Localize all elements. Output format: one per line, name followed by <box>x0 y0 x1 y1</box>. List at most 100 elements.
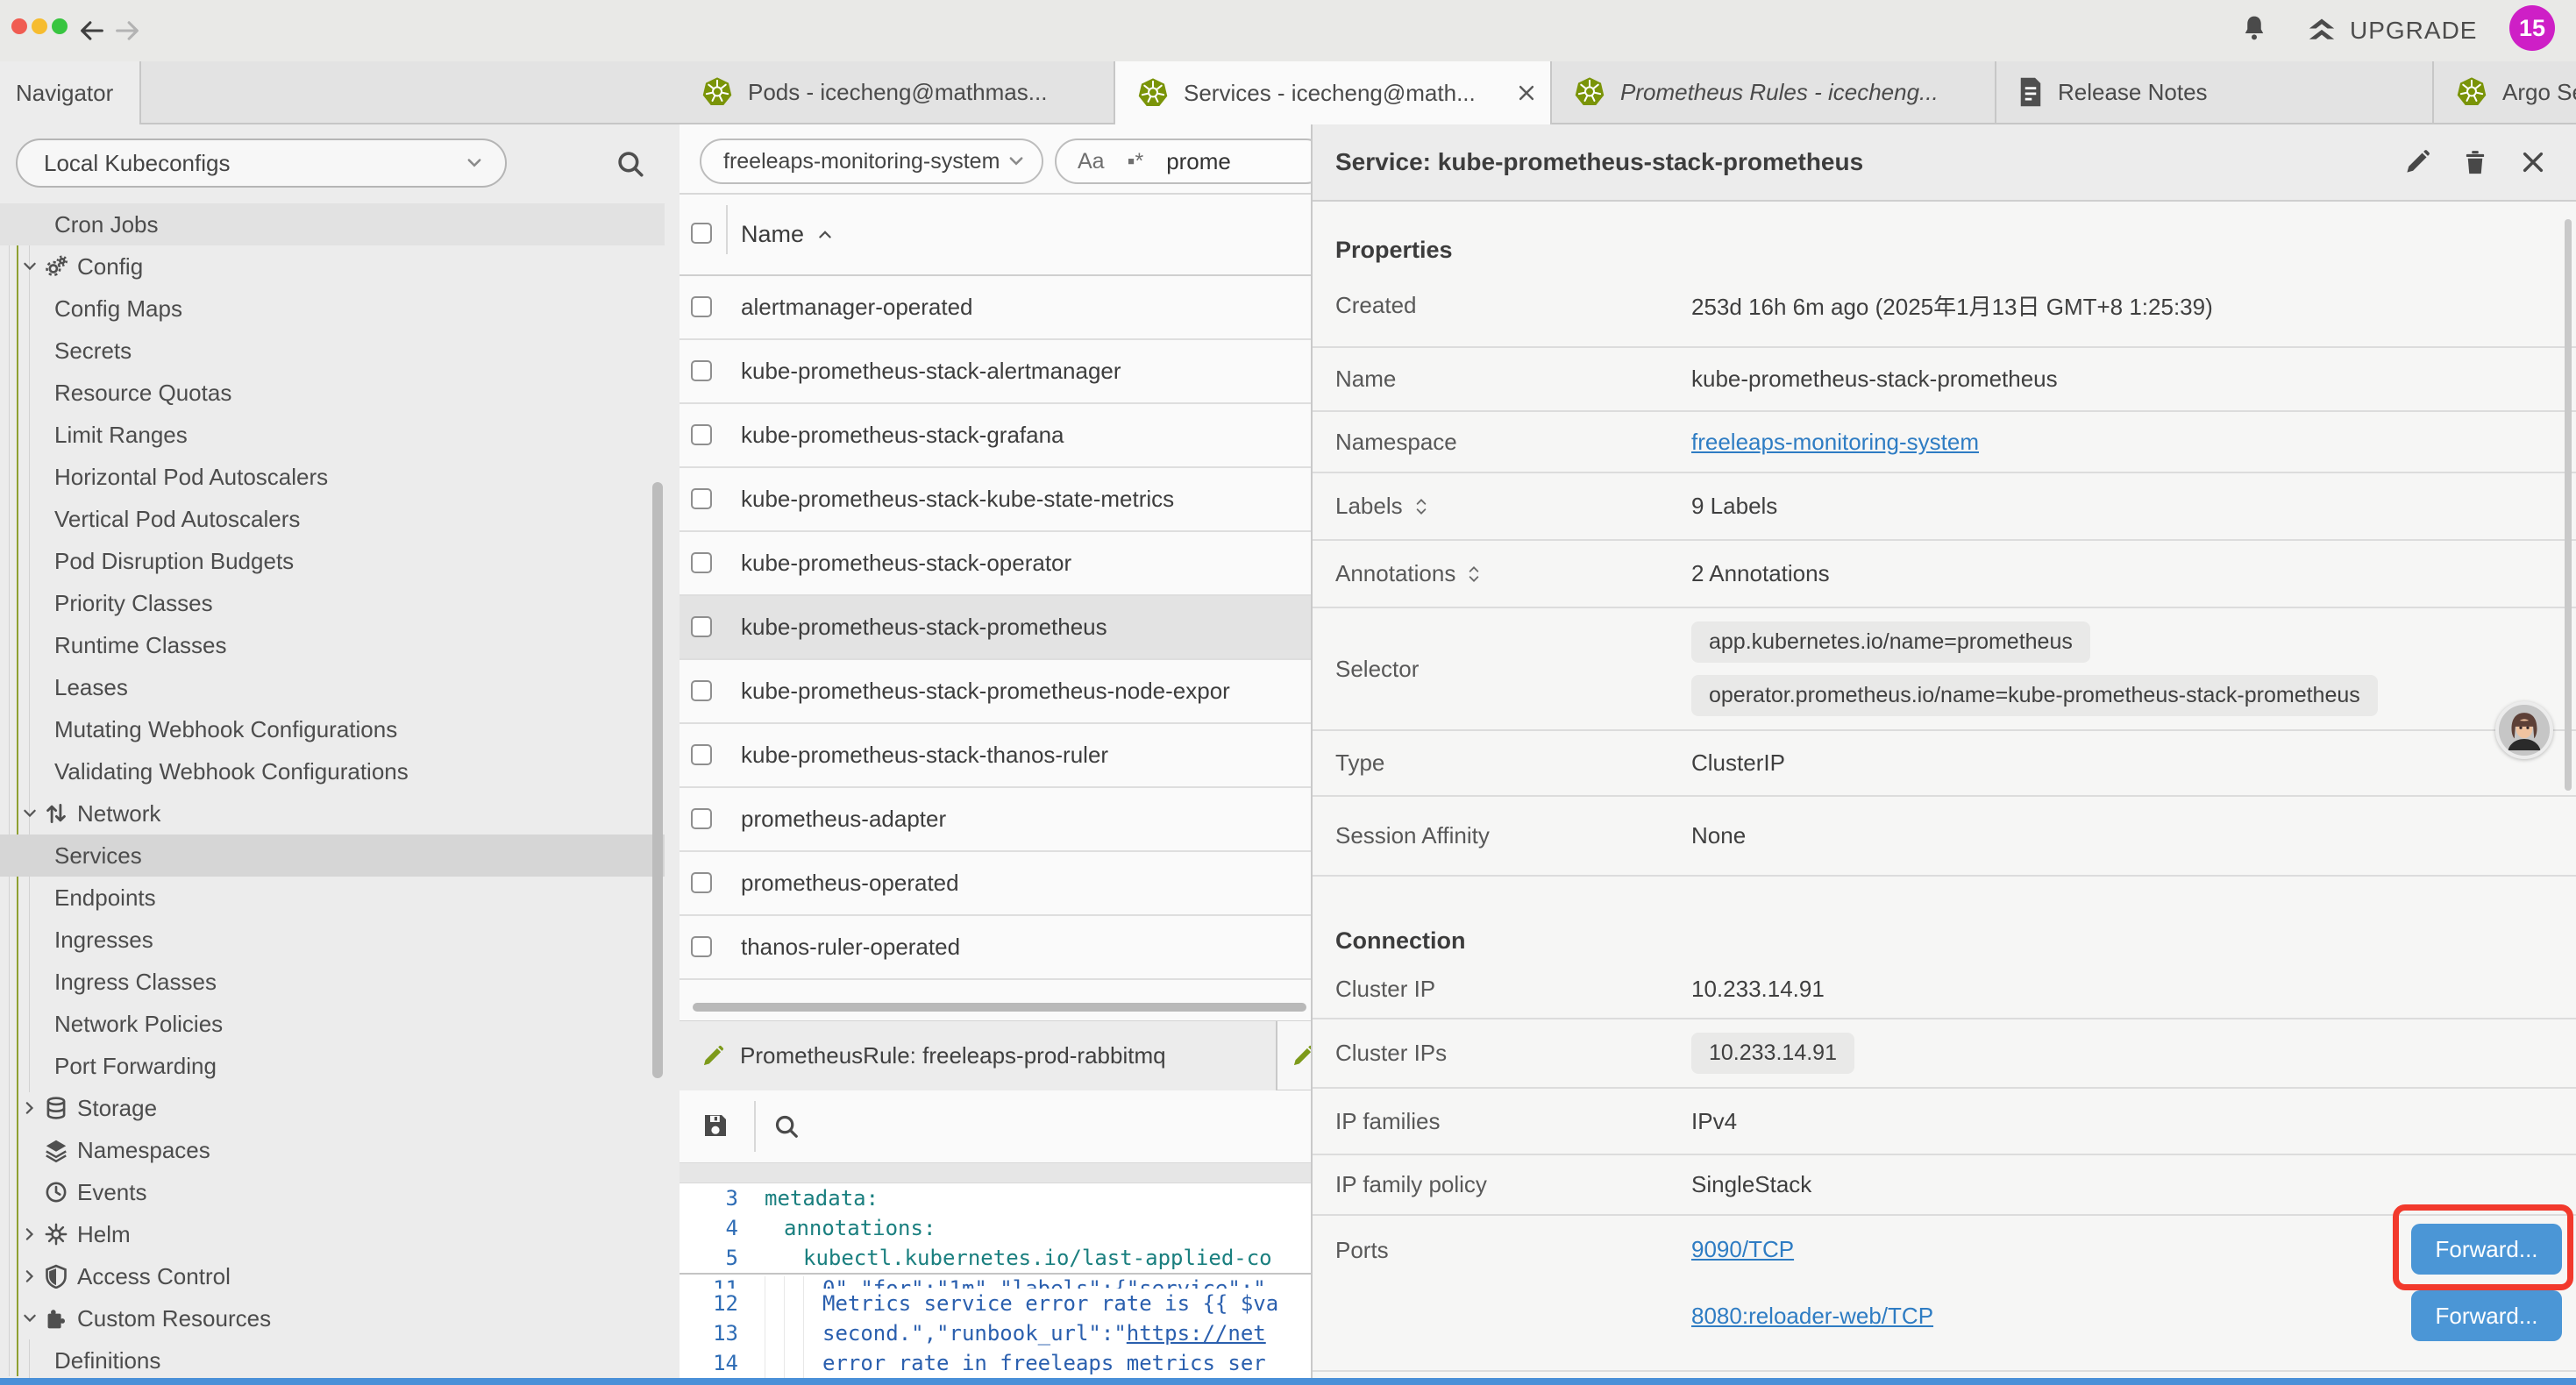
namespace-link[interactable]: freeleaps-monitoring-system <box>1691 429 1979 456</box>
editor-search-icon[interactable] <box>773 1113 800 1140</box>
sidebar-item-access-control[interactable]: Access Control <box>0 1255 665 1297</box>
editor-tab-partial[interactable] <box>1279 1021 1311 1090</box>
sidebar-item-leases[interactable]: Leases <box>0 666 665 708</box>
sidebar-item-vertical-pod-autoscalers[interactable]: Vertical Pod Autoscalers <box>0 498 665 540</box>
chevron-right-icon <box>21 1225 39 1243</box>
edit-service-icon[interactable] <box>2404 149 2430 175</box>
filter-search-input[interactable]: Aa ▪* prome <box>1055 138 1311 184</box>
table-header[interactable]: Name <box>680 195 1311 276</box>
sidebar-item-ingress-classes[interactable]: Ingress Classes <box>0 961 665 1003</box>
account-badge[interactable]: 15 <box>2509 5 2555 51</box>
row-labels: Labels 9 Labels <box>1313 473 2576 541</box>
expand-annotations-icon[interactable] <box>1466 564 1482 585</box>
table-row-prometheus-adapter[interactable]: prometheus-adapter <box>680 788 1311 852</box>
row-checkbox[interactable] <box>691 680 712 701</box>
tab-prometheus-rules[interactable]: Prometheus Rules - icecheng... <box>1552 61 1996 124</box>
select-all-checkbox[interactable] <box>691 223 712 244</box>
sidebar-item-endpoints[interactable]: Endpoints <box>0 877 665 919</box>
table-row-prometheus-operated[interactable]: prometheus-operated <box>680 852 1311 916</box>
tab-argo[interactable]: Argo Se <box>2434 61 2576 124</box>
table-row-kube-prometheus-stack-grafana[interactable]: kube-prometheus-stack-grafana <box>680 404 1311 468</box>
delete-service-icon[interactable] <box>2462 149 2488 175</box>
row-checkbox[interactable] <box>691 296 712 317</box>
regex-icon[interactable]: ▪* <box>1128 149 1144 174</box>
port-link-8080[interactable]: 8080:reloader-web/TCP <box>1691 1303 1933 1330</box>
editor-indent-guide <box>803 1276 804 1378</box>
upgrade-icon[interactable] <box>2306 16 2338 46</box>
sidebar-item-events[interactable]: Events <box>0 1171 665 1213</box>
table-row-kube-prometheus-stack-prometheus-node-expor[interactable]: kube-prometheus-stack-prometheus-node-ex… <box>680 660 1311 724</box>
sidebar-item-custom-resources[interactable]: Custom Resources <box>0 1297 665 1339</box>
sidebar-item-mutating-webhook-configurations[interactable]: Mutating Webhook Configurations <box>0 708 665 750</box>
minimize-window-button[interactable] <box>32 18 47 34</box>
yaml-editor[interactable]: 3metadata:4annotations:5kubectl.kubernet… <box>680 1183 1311 1378</box>
name-column-header[interactable]: Name <box>741 221 804 248</box>
table-row-kube-prometheus-stack-prometheus[interactable]: kube-prometheus-stack-prometheus <box>680 596 1311 660</box>
row-checkbox[interactable] <box>691 744 712 765</box>
namespace-select[interactable]: freeleaps-monitoring-system <box>700 138 1043 184</box>
detail-scrollbar[interactable] <box>2565 219 2572 791</box>
table-row-alertmanager-operated[interactable]: alertmanager-operated <box>680 276 1311 340</box>
sidebar-item-network[interactable]: Network <box>0 792 665 835</box>
row-checkbox[interactable] <box>691 424 712 445</box>
sidebar-item-network-policies[interactable]: Network Policies <box>0 1003 665 1045</box>
tab-release-notes[interactable]: Release Notes <box>1996 61 2434 124</box>
forward-arrow-icon[interactable] <box>112 16 142 46</box>
zoom-window-button[interactable] <box>52 18 68 34</box>
tab-pods[interactable]: Pods - icecheng@mathmas... <box>680 61 1115 124</box>
save-icon[interactable] <box>701 1112 729 1140</box>
forward-button-8080[interactable]: Forward... <box>2411 1290 2562 1341</box>
sidebar-item-cron-jobs[interactable]: Cron Jobs <box>0 203 665 245</box>
expand-labels-icon[interactable] <box>1413 496 1429 517</box>
sidebar-item-config[interactable]: Config <box>0 245 665 288</box>
search-icon[interactable] <box>616 149 645 179</box>
row-checkbox[interactable] <box>691 808 712 829</box>
sidebar-item-validating-webhook-configurations[interactable]: Validating Webhook Configurations <box>0 750 665 792</box>
sidebar-item-priority-classes[interactable]: Priority Classes <box>0 582 665 624</box>
row-checkbox[interactable] <box>691 872 712 893</box>
table-row-thanos-ruler-operated[interactable]: thanos-ruler-operated <box>680 916 1311 980</box>
sidebar-item-definitions[interactable]: Definitions <box>0 1339 665 1378</box>
close-tab-icon[interactable] <box>1517 83 1536 103</box>
user-avatar[interactable] <box>2495 701 2553 759</box>
sidebar-item-services[interactable]: Services <box>0 835 665 877</box>
table-row-kube-prometheus-stack-alertmanager[interactable]: kube-prometheus-stack-alertmanager <box>680 340 1311 404</box>
row-checkbox[interactable] <box>691 616 712 637</box>
editor-tab-prometheusrule[interactable]: PrometheusRule: freeleaps-prod-rabbitmq <box>680 1021 1277 1090</box>
sidebar-item-ingresses[interactable]: Ingresses <box>0 919 665 961</box>
sidebar-item-helm[interactable]: Helm <box>0 1213 665 1255</box>
close-window-button[interactable] <box>11 18 27 34</box>
sidebar-item-limit-ranges[interactable]: Limit Ranges <box>0 414 665 456</box>
table-horizontal-scrollbar[interactable] <box>693 1003 1306 1012</box>
notifications-bell-icon[interactable] <box>2241 13 2267 45</box>
sidebar-item-resource-quotas[interactable]: Resource Quotas <box>0 372 665 414</box>
sidebar-item-horizontal-pod-autoscalers[interactable]: Horizontal Pod Autoscalers <box>0 456 665 498</box>
url-link[interactable]: https://net <box>1127 1321 1266 1346</box>
port-link-9090[interactable]: 9090/TCP <box>1691 1236 1794 1263</box>
sidebar-item-config-maps[interactable]: Config Maps <box>0 288 665 330</box>
row-checkbox[interactable] <box>691 552 712 573</box>
sidebar-item-runtime-classes[interactable]: Runtime Classes <box>0 624 665 666</box>
kubeconfig-select[interactable]: Local Kubeconfigs <box>16 138 507 188</box>
tab-services[interactable]: Services - icecheng@math... <box>1115 61 1552 124</box>
sidebar-item-label: Mutating Webhook Configurations <box>54 716 397 743</box>
row-checkbox[interactable] <box>691 360 712 381</box>
sidebar-item-port-forwarding[interactable]: Port Forwarding <box>0 1045 665 1087</box>
row-checkbox[interactable] <box>691 936 712 957</box>
sidebar-item-pod-disruption-budgets[interactable]: Pod Disruption Budgets <box>0 540 665 582</box>
sidebar-item-storage[interactable]: Storage <box>0 1087 665 1129</box>
sidebar-scrollbar[interactable] <box>652 482 663 1078</box>
table-row-kube-prometheus-stack-thanos-ruler[interactable]: kube-prometheus-stack-thanos-ruler <box>680 724 1311 788</box>
kubernetes-icon <box>701 75 734 109</box>
back-arrow-icon[interactable] <box>77 16 107 46</box>
table-row-kube-prometheus-stack-operator[interactable]: kube-prometheus-stack-operator <box>680 532 1311 596</box>
sort-ascending-icon[interactable] <box>816 226 834 244</box>
tab-navigator[interactable]: Navigator <box>0 61 141 124</box>
row-checkbox[interactable] <box>691 488 712 509</box>
sidebar-item-secrets[interactable]: Secrets <box>0 330 665 372</box>
table-row-kube-prometheus-stack-kube-state-metrics[interactable]: kube-prometheus-stack-kube-state-metrics <box>680 468 1311 532</box>
sidebar-item-namespaces[interactable]: Namespaces <box>0 1129 665 1171</box>
upgrade-label[interactable]: UPGRADE <box>2350 17 2477 45</box>
match-case-icon[interactable]: Aa <box>1078 149 1105 174</box>
close-panel-icon[interactable] <box>2520 149 2546 175</box>
